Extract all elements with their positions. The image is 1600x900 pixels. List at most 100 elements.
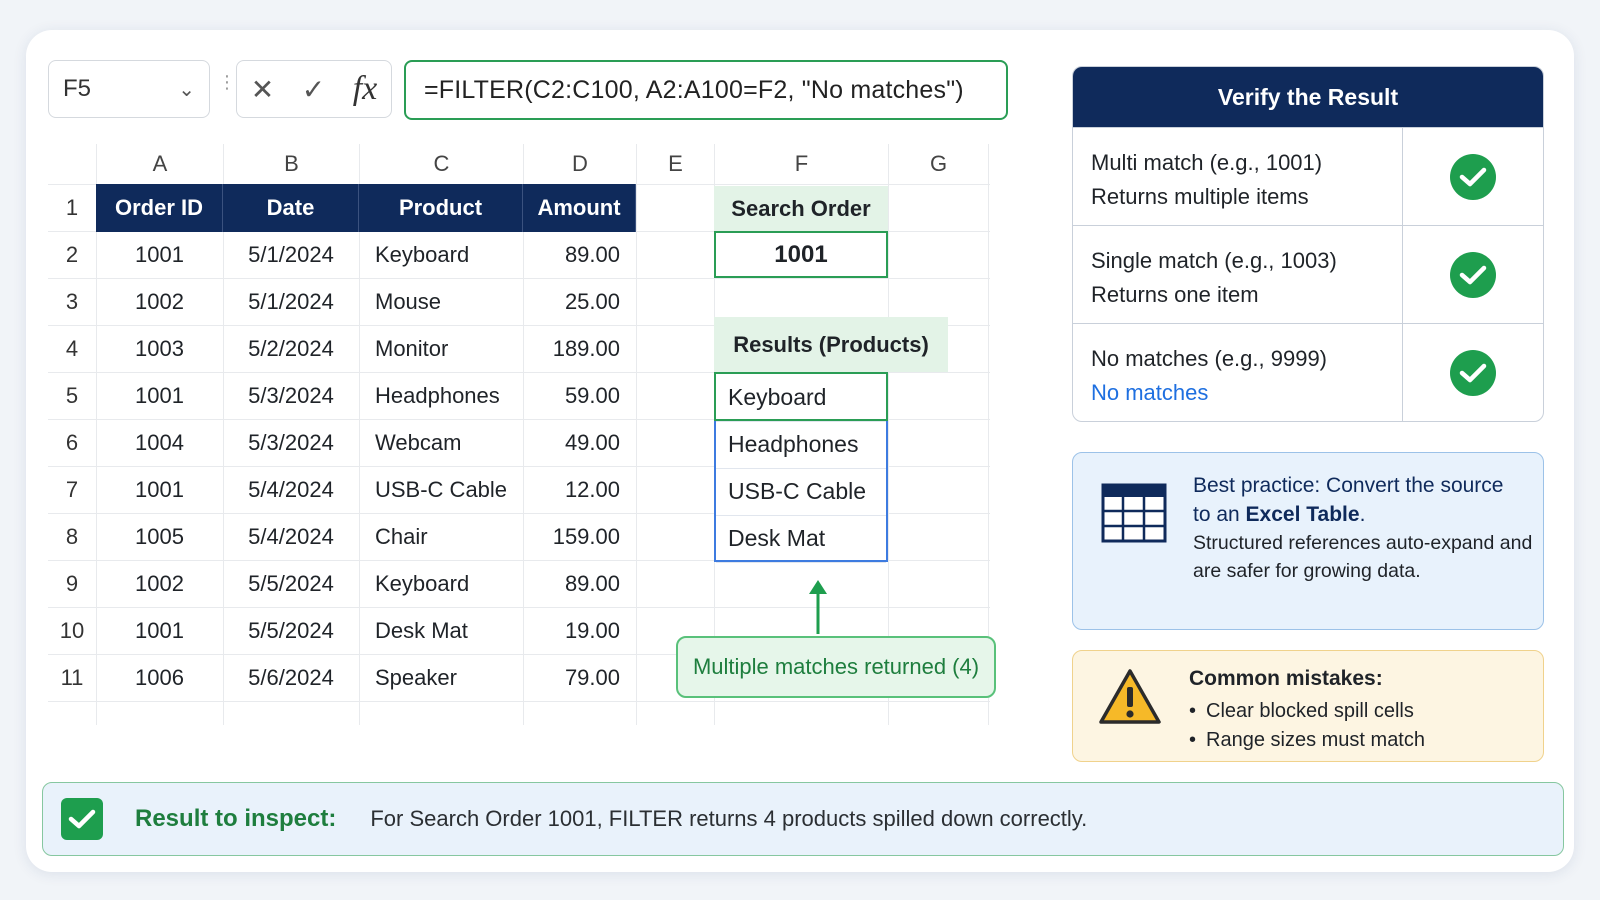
column-header-a[interactable]: A [96,144,223,184]
table-cell[interactable]: 1002 [96,278,223,326]
table-cell[interactable]: 59.00 [523,372,636,420]
row-header-9[interactable]: 9 [48,560,96,607]
column-header-c[interactable]: C [359,144,523,184]
common-mistakes-panel: Common mistakes: Clear blocked spill cel… [1072,650,1544,762]
table-cell[interactable]: 89.00 [523,560,636,608]
check-circle-icon [1450,349,1496,396]
cell-reference: F5 [63,75,92,102]
table-cell[interactable]: Keyboard [359,560,523,608]
table-cell[interactable]: 5/1/2024 [223,278,359,326]
table-cell[interactable]: Headphones [359,372,523,420]
table-cell[interactable]: 159.00 [523,513,636,561]
table-cell[interactable]: Mouse [359,278,523,326]
table-cell[interactable]: 5/4/2024 [223,513,359,561]
table-cell[interactable]: Desk Mat [359,607,523,655]
verify-row: No matches (e.g., 9999) No matches [1073,323,1543,421]
row-header-5[interactable]: 5 [48,372,96,419]
table-cell[interactable]: USB-C Cable [359,466,523,514]
arrow-up-icon [809,580,827,634]
table-cell[interactable]: 89.00 [523,231,636,279]
row-header-2[interactable]: 2 [48,231,96,278]
table-header-product[interactable]: Product [359,184,523,232]
table-cell[interactable]: 25.00 [523,278,636,326]
column-header-b[interactable]: B [223,144,359,184]
column-header-f[interactable]: F [714,144,888,184]
row-header-1[interactable]: 1 [48,184,96,231]
chevron-down-icon[interactable]: ⌄ [178,77,195,102]
table-cell[interactable]: 5/5/2024 [223,560,359,608]
table-header-date[interactable]: Date [223,184,359,232]
verify-row: Single match (e.g., 1003) Returns one ite… [1073,225,1543,323]
table-cell[interactable]: 5/6/2024 [223,654,359,702]
best-practice-title: Best practice: Convert the source [1193,474,1504,497]
table-cell[interactable]: 5/2/2024 [223,325,359,373]
table-cell[interactable]: 189.00 [523,325,636,373]
row-header-3[interactable]: 3 [48,278,96,325]
row-header-10[interactable]: 10 [48,607,96,654]
verify-panel: Verify the Result Multi match (e.g., 100… [1072,66,1544,422]
table-cell[interactable]: 5/4/2024 [223,466,359,514]
verify-case: No matches (e.g., 9999) [1091,346,1328,371]
result-cell[interactable]: Headphones [716,421,886,469]
table-cell[interactable]: 12.00 [523,466,636,514]
result-cell[interactable]: Desk Mat [716,515,886,563]
table-cell[interactable]: Keyboard [359,231,523,279]
verify-case: Single match (e.g., 1003) [1091,248,1337,273]
column-header-g[interactable]: G [888,144,988,184]
table-cell[interactable]: Chair [359,513,523,561]
table-cell[interactable]: Webcam [359,419,523,467]
table-cell[interactable]: 5/3/2024 [223,419,359,467]
search-order-input[interactable]: 1001 [714,231,888,278]
verify-outcome: Returns one item [1091,282,1259,307]
mistake-item: Clear blocked spill cells [1189,697,1425,726]
drag-handle-icon[interactable]: ⋮ [218,73,236,91]
table-cell[interactable]: 1005 [96,513,223,561]
table-cell[interactable]: 79.00 [523,654,636,702]
best-practice-body: Structured references auto-expand and ar… [1193,532,1533,582]
table-cell[interactable]: 1001 [96,231,223,279]
verify-title: Verify the Result [1073,67,1543,127]
check-icon[interactable]: ✓ [302,73,325,106]
row-header-6[interactable]: 6 [48,419,96,466]
check-circle-icon [1450,153,1496,200]
row-header-7[interactable]: 7 [48,466,96,513]
result-cell[interactable]: USB-C Cable [716,468,886,516]
row-header-11[interactable]: 11 [48,654,96,701]
table-cell[interactable]: 5/5/2024 [223,607,359,655]
table-cell[interactable]: 1001 [96,607,223,655]
best-practice-suffix: . [1359,503,1366,526]
table-cell[interactable]: 1006 [96,654,223,702]
best-practice-prefix: to an [1193,503,1246,526]
row-header-8[interactable]: 8 [48,513,96,560]
search-order-label: Search Order [714,186,888,231]
close-icon[interactable]: ✕ [251,73,274,106]
result-label: Result to inspect: [135,805,337,832]
column-header-e[interactable]: E [636,144,714,184]
table-cell[interactable]: 1001 [96,372,223,420]
table-cell[interactable]: 19.00 [523,607,636,655]
table-cell[interactable]: 1004 [96,419,223,467]
mistake-item: Range sizes must match [1189,726,1425,755]
grid-line [636,144,637,725]
verify-row: Multi match (e.g., 1001) Returns multiple… [1073,127,1543,225]
table-cell[interactable]: 49.00 [523,419,636,467]
table-cell[interactable]: 1003 [96,325,223,373]
column-header-d[interactable]: D [523,144,636,184]
row-header-4[interactable]: 4 [48,325,96,372]
formula-input[interactable]: =FILTER(C2:C100, A2:A100=F2, "No matches… [404,60,1008,120]
table-cell[interactable]: 1002 [96,560,223,608]
insert-function-icon[interactable]: fx [353,70,378,108]
table-header-amount[interactable]: Amount [523,184,636,232]
table-cell[interactable]: 1001 [96,466,223,514]
table-cell[interactable]: Speaker [359,654,523,702]
table-header-order-id[interactable]: Order ID [96,184,223,232]
table-cell[interactable]: 5/3/2024 [223,372,359,420]
excel-table-term: Excel Table [1245,503,1360,526]
table-cell[interactable]: Monitor [359,325,523,373]
table-cell[interactable]: 5/1/2024 [223,231,359,279]
name-box[interactable]: F5 ⌄ [48,60,210,118]
warning-icon [1099,669,1161,724]
result-text: For Search Order 1001, FILTER returns 4 … [370,806,1088,831]
verify-outcome: No matches [1091,380,1209,405]
active-cell-outline [714,372,888,421]
